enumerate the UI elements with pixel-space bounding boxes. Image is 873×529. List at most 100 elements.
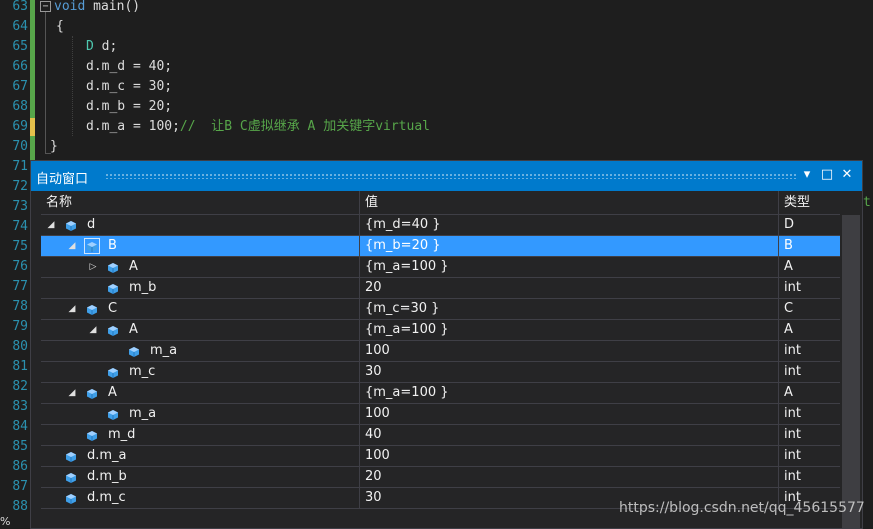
variable-value-cell[interactable]: {m_a=100 } (365, 383, 779, 403)
autos-row[interactable]: ◢ C {m_c=30 } C (41, 299, 840, 320)
variable-value-cell[interactable]: 100 (365, 404, 779, 424)
field-cube-icon (86, 303, 98, 315)
cell-divider (778, 320, 779, 341)
variable-type-cell: int (784, 280, 801, 295)
vertical-scrollbar[interactable] (842, 215, 860, 528)
variable-type-cell: C (784, 301, 794, 316)
line-number: 72 (12, 179, 28, 194)
autos-row[interactable]: ◢ A {m_a=100 } A (41, 383, 840, 404)
column-header-value[interactable]: 值 (365, 191, 378, 214)
autos-row[interactable]: ◢ A {m_a=100 } A (41, 320, 840, 341)
autos-row[interactable]: d.m_b 20 int (41, 467, 840, 488)
collapse-triangle-icon[interactable]: ◢ (66, 236, 78, 256)
line-number: 84 (12, 419, 28, 434)
line-number: 65 (12, 39, 28, 54)
field-cube-icon (84, 238, 100, 254)
cell-divider (359, 299, 360, 320)
cell-divider (359, 362, 360, 383)
variable-name: A (129, 259, 138, 274)
variable-name-cell: m_b (41, 278, 359, 298)
cell-divider (778, 446, 779, 467)
variable-name: C (108, 301, 118, 316)
variable-value-cell[interactable]: 30 (365, 362, 779, 382)
variable-value-cell[interactable]: {m_b=20 } (365, 236, 779, 256)
autos-row[interactable]: ◢ d {m_d=40 } D (41, 215, 840, 236)
unsaved-changes-bar (30, 118, 35, 136)
cell-divider (359, 320, 360, 341)
close-icon[interactable]: ✕ (839, 167, 855, 183)
variable-value-cell[interactable]: {m_a=100 } (365, 320, 779, 340)
line-number: 79 (12, 319, 28, 334)
variable-value-cell[interactable]: {m_d=40 } (365, 215, 779, 235)
autos-row[interactable]: ◢ B {m_b=20 } B (41, 236, 840, 257)
column-splitter[interactable] (778, 191, 779, 214)
autos-window[interactable]: 自动窗口 ▾ □ ✕ 名称 值 类型 ◢ d {m_d=40 } D ◢ B {m_b=20… (30, 160, 863, 529)
variable-value-cell[interactable]: 100 (365, 341, 779, 361)
variable-name-cell: ◢ C (41, 299, 359, 319)
variable-name: m_a (129, 406, 157, 421)
cell-divider (778, 362, 779, 383)
line-number: 66 (12, 59, 28, 74)
variable-name-cell: m_c (41, 362, 359, 382)
variable-name-cell: d.m_a (41, 446, 359, 466)
line-number: 86 (12, 459, 28, 474)
watermark: https://blog.csdn.net/qq_45615577 (619, 500, 865, 516)
autos-titlebar[interactable]: 自动窗口 ▾ □ ✕ (31, 161, 862, 191)
clipped-code-text: t (863, 195, 871, 210)
field-cube-icon (65, 492, 77, 504)
window-position-dropdown-icon[interactable]: ▾ (799, 167, 815, 183)
column-splitter[interactable] (359, 191, 360, 214)
cell-divider (359, 383, 360, 404)
code-line: } (50, 139, 58, 154)
variable-name-cell: ▷ A (41, 257, 359, 277)
line-number: 81 (12, 359, 28, 374)
field-cube-icon (107, 282, 119, 294)
variable-value-cell[interactable]: 40 (365, 425, 779, 445)
autos-row[interactable]: m_c 30 int (41, 362, 840, 383)
collapse-icon[interactable]: − (40, 1, 51, 12)
variable-name-cell: ◢ A (41, 320, 359, 340)
autos-row[interactable]: ▷ A {m_a=100 } A (41, 257, 840, 278)
autos-row[interactable]: m_d 40 int (41, 425, 840, 446)
variable-value-cell[interactable]: 20 (365, 278, 779, 298)
line-number: 67 (12, 79, 28, 94)
variable-value-cell[interactable]: 100 (365, 446, 779, 466)
variable-name: d.m_b (87, 469, 127, 484)
cell-divider (778, 257, 779, 278)
code-line: d.m_c = 30; (86, 79, 173, 94)
cell-divider (778, 278, 779, 299)
autos-row[interactable]: m_a 100 int (41, 404, 840, 425)
column-header-name[interactable]: 名称 (46, 191, 72, 214)
maximize-icon[interactable]: □ (819, 167, 835, 183)
cell-divider (359, 341, 360, 362)
field-cube-icon (65, 450, 77, 462)
variable-name: m_a (150, 343, 178, 358)
cell-divider (359, 425, 360, 446)
cell-divider (778, 383, 779, 404)
autos-row[interactable]: d.m_a 100 int (41, 446, 840, 467)
variable-name-cell: ◢ B (41, 236, 359, 256)
column-header-type[interactable]: 类型 (784, 191, 810, 214)
collapse-triangle-icon[interactable]: ◢ (87, 320, 99, 340)
variable-name-cell: m_a (41, 341, 359, 361)
field-cube-icon (65, 471, 77, 483)
variable-type-cell: A (784, 322, 793, 337)
collapse-triangle-icon[interactable]: ◢ (66, 299, 78, 319)
drag-grip[interactable] (105, 173, 797, 179)
zoom-level[interactable]: % (0, 515, 12, 529)
saved-changes-bar (30, 0, 35, 160)
autos-row[interactable]: m_b 20 int (41, 278, 840, 299)
variable-type-cell: int (784, 469, 801, 484)
autos-row[interactable]: m_a 100 int (41, 341, 840, 362)
cell-divider (359, 446, 360, 467)
variable-type-cell: A (784, 259, 793, 274)
variable-value-cell[interactable]: {m_a=100 } (365, 257, 779, 277)
collapse-triangle-icon[interactable]: ◢ (66, 383, 78, 403)
variable-value-cell[interactable]: 20 (365, 467, 779, 487)
collapse-triangle-icon[interactable]: ◢ (45, 215, 57, 235)
variable-name: A (129, 322, 138, 337)
code-line: d.m_a = 100;// 让B C虚拟继承 A 加关键字virtual (86, 119, 430, 134)
line-number: 63 (12, 0, 28, 14)
expand-triangle-icon[interactable]: ▷ (87, 257, 99, 277)
variable-value-cell[interactable]: {m_c=30 } (365, 299, 779, 319)
